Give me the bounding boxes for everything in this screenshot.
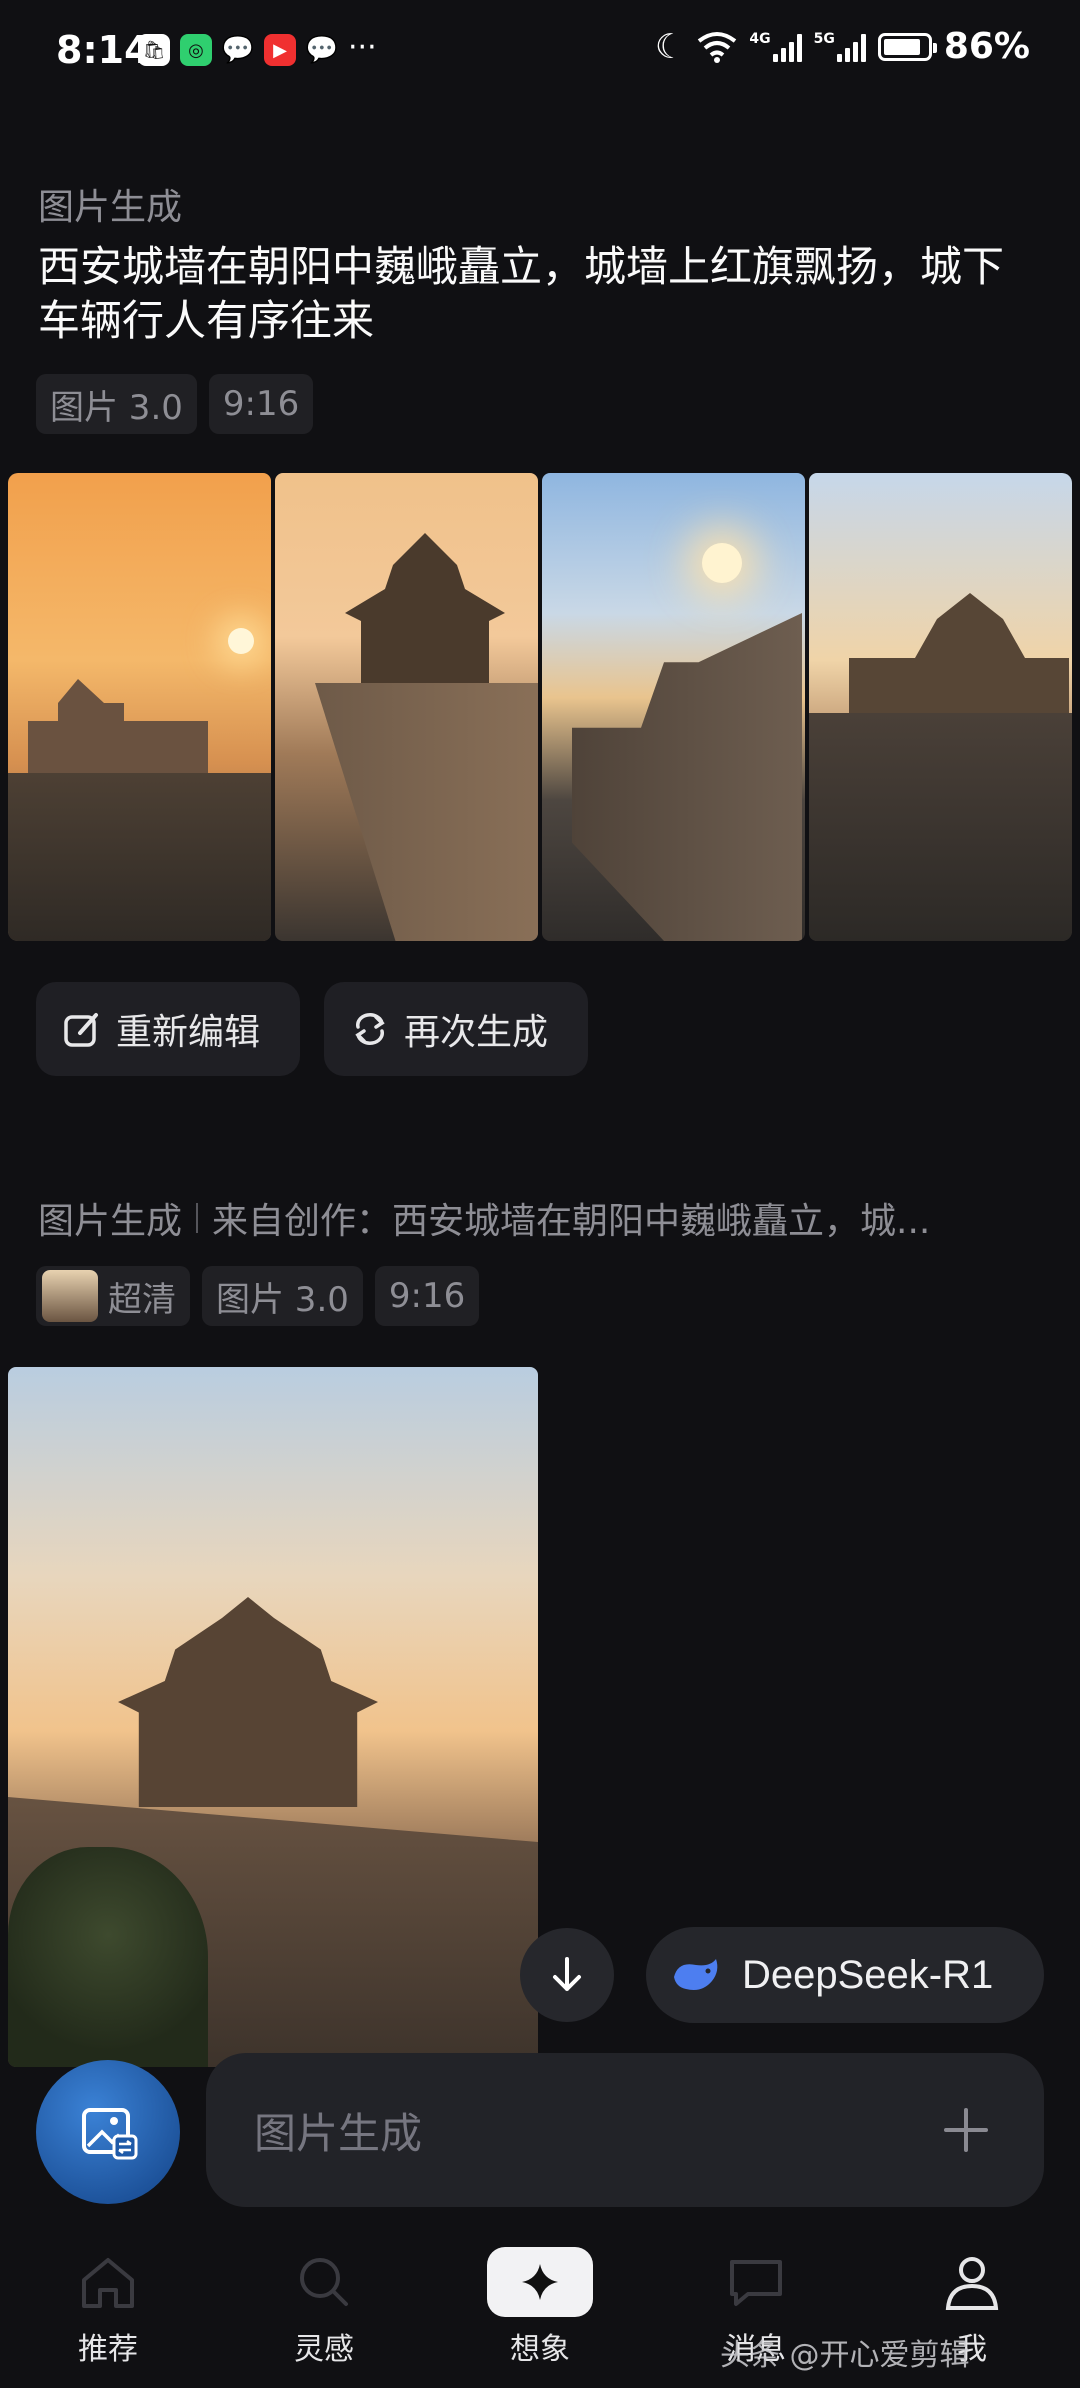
- divider: [196, 1203, 199, 1233]
- nav-imagine[interactable]: 想象: [460, 2240, 620, 2368]
- plus-icon: [944, 2108, 988, 2152]
- section-header-2: 图片生成 来自创作：西安城墙在朝阳中巍峨矗立，城...: [38, 1192, 930, 1244]
- battery-percent: 86%: [943, 26, 1030, 67]
- model-chip-2: 图片 3.0: [202, 1266, 363, 1326]
- re-edit-button[interactable]: 重新编辑: [36, 982, 300, 1076]
- prompt-input[interactable]: 图片生成: [254, 2100, 422, 2161]
- moon-icon: ☾: [654, 26, 686, 67]
- home-icon: [82, 2258, 134, 2308]
- image-grid: [8, 473, 1072, 941]
- section-label-1: 图片生成: [38, 187, 183, 228]
- message-icon: [730, 2260, 782, 2306]
- nav-label-recommend: 推荐: [78, 2332, 138, 2367]
- generated-image-large[interactable]: [8, 1367, 538, 2067]
- quality-label: 超清: [108, 1279, 176, 1320]
- nav-recommend[interactable]: 推荐: [28, 2240, 188, 2368]
- nav-inspiration[interactable]: 灵感: [244, 2240, 404, 2368]
- bag-app-icon: 🛍: [138, 34, 170, 66]
- ratio-chip-2: 9:16: [374, 1266, 480, 1326]
- deepseek-whale-icon: [674, 1959, 718, 1990]
- generated-image-3[interactable]: [542, 473, 805, 941]
- image-swap-icon: [82, 2108, 138, 2160]
- prompt-text: 西安城墙在朝阳中巍峨矗立，城墙上红旗飘扬，城下车辆行人有序往来: [38, 242, 1005, 345]
- user-icon: [945, 2257, 999, 2310]
- generated-image-1[interactable]: [8, 473, 271, 941]
- status-time: 8:14: [56, 28, 151, 72]
- nav-label-imagine: 想象: [510, 2332, 570, 2367]
- watermark: 头条 @开心爱剪辑: [720, 2338, 970, 2373]
- video-app-icon: ▶: [264, 34, 296, 66]
- sparkle-icon: [522, 2264, 558, 2300]
- regenerate-button[interactable]: 再次生成: [324, 982, 588, 1076]
- signal-4g: 4G: [749, 32, 802, 62]
- scroll-down-button[interactable]: [520, 1928, 614, 2022]
- wechat-icon: 💬: [221, 35, 255, 65]
- source-text[interactable]: 来自创作：西安城墙在朝阳中巍峨矗立，城...: [212, 1192, 930, 1244]
- regenerate-label: 再次生成: [404, 1012, 549, 1053]
- more-notifications-icon: ···: [348, 30, 377, 65]
- search-icon: [300, 2258, 348, 2306]
- chips-2: 超清 图片 3.0 9:16: [36, 1266, 480, 1326]
- image-mode-button[interactable]: [36, 2060, 180, 2204]
- quality-chip: 超清: [36, 1266, 190, 1326]
- model-selector[interactable]: DeepSeek-R1: [646, 1927, 1044, 2023]
- notification-icons: 🛍 ◎ 💬 ▶ 💬 ···: [138, 30, 377, 66]
- add-button[interactable]: [940, 2104, 992, 2160]
- model-chip: 图片 3.0: [36, 374, 197, 434]
- arrow-down-icon: [553, 1957, 581, 1991]
- section-label-2: 图片生成: [38, 1201, 183, 1242]
- wifi-icon: [698, 31, 737, 63]
- refresh-icon: [355, 1013, 385, 1045]
- wechat-icon-2: 💬: [305, 35, 339, 65]
- model-label: DeepSeek-R1: [742, 1952, 994, 1997]
- green-app-icon: ◎: [180, 34, 212, 66]
- generated-image-2[interactable]: [275, 473, 538, 941]
- status-right: ☾ 4G 5G 86%: [655, 26, 1030, 67]
- signal-5g: 5G: [814, 32, 866, 62]
- re-edit-label: 重新编辑: [116, 1012, 261, 1053]
- thumbnail: [42, 1270, 98, 1322]
- edit-icon: [64, 1013, 98, 1047]
- generated-image-4[interactable]: [809, 473, 1072, 941]
- battery-icon: [877, 32, 937, 61]
- chips-1: 图片 3.0 9:16: [36, 374, 314, 434]
- nav-label-inspiration: 灵感: [294, 2332, 354, 2367]
- ratio-chip: 9:16: [208, 374, 314, 434]
